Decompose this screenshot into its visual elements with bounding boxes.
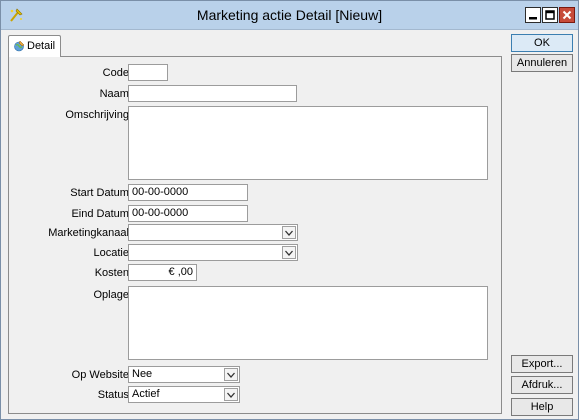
dropdown-button[interactable]	[282, 246, 296, 259]
omschrijving-label: Omschrijving:	[65, 109, 132, 121]
dropdown-button[interactable]	[224, 368, 238, 381]
detail-panel: Code: Naam: Omschrijving: Start Datum: 0…	[8, 56, 502, 414]
minimize-button[interactable]	[525, 7, 541, 23]
oplage-label: Oplage:	[93, 289, 132, 301]
ok-button[interactable]: OK	[511, 34, 573, 52]
chevron-down-icon	[285, 230, 293, 236]
help-button[interactable]: Help	[511, 398, 573, 416]
chevron-down-icon	[285, 250, 293, 256]
title-bar[interactable]: Marketing actie Detail [Nieuw]	[1, 1, 578, 30]
dialog-window: Marketing actie Detail [Nieuw] Detail Co…	[0, 0, 579, 420]
dropdown-button[interactable]	[224, 388, 238, 401]
chevron-down-icon	[227, 372, 235, 378]
oplage-textarea[interactable]	[128, 286, 488, 360]
marketingkanaal-label: Marketingkanaal:	[48, 227, 132, 239]
status-label: Status:	[97, 389, 132, 401]
minimize-icon	[529, 17, 537, 20]
marketingkanaal-select[interactable]	[128, 224, 298, 241]
print-button[interactable]: Afdruk...	[511, 376, 573, 394]
chevron-down-icon	[227, 392, 235, 398]
tab-detail[interactable]: Detail	[8, 35, 61, 57]
cancel-button[interactable]: Annuleren	[511, 54, 573, 72]
locatie-label: Locatie:	[93, 247, 132, 259]
window-title: Marketing actie Detail [Nieuw]	[196, 7, 383, 23]
omschrijving-textarea[interactable]	[128, 106, 488, 180]
export-button[interactable]: Export...	[511, 355, 573, 373]
code-label: Code:	[102, 67, 132, 79]
dropdown-button[interactable]	[282, 226, 296, 239]
maximize-icon	[545, 10, 555, 20]
op-website-value: Nee	[132, 368, 153, 380]
op-website-select[interactable]: Nee	[128, 366, 240, 383]
locatie-select[interactable]	[128, 244, 298, 261]
eind-datum-field[interactable]: 00-00-0000	[128, 205, 248, 222]
tab-label: Detail	[27, 40, 56, 52]
start-datum-label: Start Datum:	[70, 187, 132, 199]
code-field[interactable]	[128, 64, 168, 81]
close-button[interactable]	[559, 7, 575, 23]
status-value: Actief	[132, 388, 160, 400]
globe-pencil-icon	[14, 40, 25, 52]
maximize-button[interactable]	[542, 7, 558, 23]
close-icon	[562, 10, 572, 20]
start-datum-field[interactable]: 00-00-0000	[128, 184, 248, 201]
eind-datum-label: Eind Datum:	[71, 208, 132, 220]
kosten-field[interactable]: € ,00	[128, 264, 197, 281]
status-select[interactable]: Actief	[128, 386, 240, 403]
op-website-label: Op Website:	[71, 369, 132, 381]
naam-label: Naam:	[99, 88, 132, 100]
kosten-label: Kosten:	[94, 267, 132, 279]
naam-field[interactable]	[128, 85, 297, 102]
